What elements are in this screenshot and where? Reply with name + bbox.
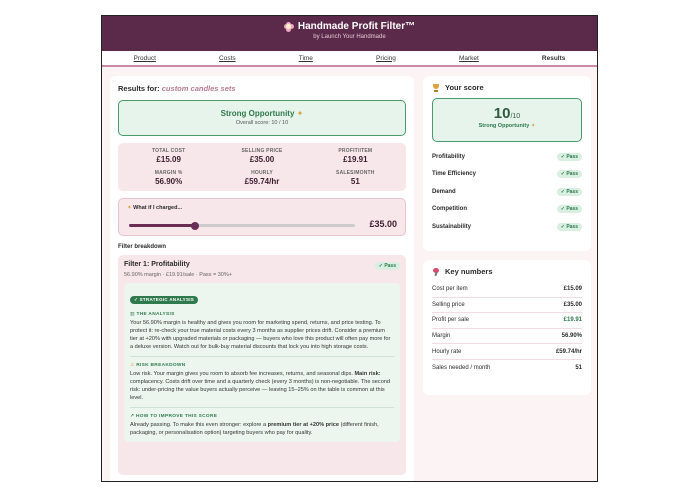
score-card: Your score 10/10 Strong Opportunity ✦ Pr… <box>423 76 591 251</box>
analysis-title: THE ANALYSIS <box>136 312 175 317</box>
results-panel: Results for: custom candles sets Strong … <box>110 76 414 481</box>
criterion-row: Demand ✓ Pass <box>432 183 582 201</box>
stat-total-cost: TOTAL COST £15.09 <box>151 148 186 164</box>
analysis-text: Your 56.90% margin is healthy and gives … <box>130 320 391 350</box>
tab-market[interactable]: Market <box>459 55 479 62</box>
slider-handle[interactable] <box>190 221 199 230</box>
sidebar: Your score 10/10 Strong Opportunity ✦ Pr… <box>423 76 591 404</box>
stats-grid: TOTAL COST £15.09 SELLING PRICE £35.00 PRO… <box>118 143 406 191</box>
key-numbers-title: Key numbers <box>445 267 493 276</box>
tab-costs[interactable]: Costs <box>219 55 236 62</box>
key-number-row: Selling price £35.00 <box>432 298 582 314</box>
pin-icon <box>432 267 440 276</box>
filter-name: Filter 1: Profitability <box>124 261 190 268</box>
stat-profit-item: PROFIT/ITEM £19.91 <box>338 148 373 164</box>
what-if-panel: ✦ What if I charged... £35.00 <box>118 198 406 236</box>
key-number-row: Profit per sale £19.91 <box>432 313 582 329</box>
score-value: 10 <box>493 105 511 122</box>
party-icon: ✦ <box>530 123 536 129</box>
price-slider[interactable] <box>129 221 355 230</box>
lightbulb-icon: ✦ <box>127 205 132 211</box>
chart-icon: ▥ <box>130 312 135 317</box>
app-title: Handmade Profit Filter™ <box>297 21 416 32</box>
criteria-list: Profitability ✓ Pass Time Efficiency ✓ Pas… <box>432 148 582 236</box>
criterion-row: Competition ✓ Pass <box>432 201 582 219</box>
score-title: Your score <box>445 83 484 92</box>
filter-breakdown-title: Filter breakdown <box>118 244 167 250</box>
stat-margin: MARGIN % 56.90% <box>154 170 183 186</box>
trophy-icon <box>432 83 440 92</box>
app-subtitle: by Launch Your Handmade <box>313 34 386 40</box>
improve-text: Already passing. To make this even stron… <box>130 422 379 436</box>
pass-badge: ✓ Pass <box>556 205 582 214</box>
key-number-row: Sales needed / month 51 <box>432 364 582 371</box>
app-header: Handmade Profit Filter™ by Launch Your H… <box>102 16 597 51</box>
overall-score: Overall score: 10 / 10 <box>235 120 289 126</box>
stat-hourly: HOURLY £59.74/hr <box>244 170 280 186</box>
strategic-analysis: ✓ STRATEGIC ANALYSIS ▥ THE ANALYSIS Your… <box>124 283 400 442</box>
warning-icon: ⚠ <box>130 363 135 368</box>
slider-fill <box>129 224 195 227</box>
pass-badge: ✓ Pass <box>556 152 582 161</box>
key-number-row: Hourly rate £59.74/hr <box>432 344 582 360</box>
tab-time[interactable]: Time <box>299 55 313 62</box>
strategic-analysis-tag: ✓ STRATEGIC ANALYSIS <box>130 296 199 304</box>
filter-summary: 56.90% margin · £19.91/sale · Pass = 30%… <box>124 272 232 278</box>
tab-product[interactable]: Product <box>134 55 156 62</box>
improve-title: HOW TO IMPROVE THIS SCORE <box>135 414 218 419</box>
key-numbers-card: Key numbers Cost per item £15.09 Selling … <box>423 260 591 395</box>
divider <box>130 356 394 357</box>
tab-results[interactable]: Results <box>542 55 565 62</box>
stat-sales-month: SALES/MONTH 51 <box>336 170 375 186</box>
risk-title: RISK BREAKDOWN <box>136 363 186 368</box>
flower-icon <box>283 21 294 32</box>
what-if-label: What if I charged... <box>133 205 183 211</box>
pass-badge: ✓ Pass <box>556 222 582 231</box>
score-box: 10/10 Strong Opportunity ✦ <box>432 98 582 142</box>
step-nav: Product Costs Time Pricing Market Result… <box>102 51 597 67</box>
verdict-text: Strong Opportunity <box>220 109 295 118</box>
criterion-row: Profitability ✓ Pass <box>432 148 582 166</box>
divider <box>130 407 394 408</box>
criterion-row: Time Efficiency ✓ Pass <box>432 166 582 184</box>
criterion-row: Sustainability ✓ Pass <box>432 218 582 236</box>
filter-status-badge: ✓ Pass <box>374 262 400 270</box>
pass-badge: ✓ Pass <box>556 187 582 196</box>
verdict-box: Strong Opportunity ✦ Overall score: 10 /… <box>118 100 406 136</box>
product-name: custom candles sets <box>161 84 236 93</box>
key-number-row: Cost per item £15.09 <box>432 282 582 298</box>
score-label: Strong Opportunity <box>478 123 530 129</box>
party-icon: ✦ <box>296 109 304 118</box>
risk-text: Low risk. Your margin gives you room to … <box>130 371 391 401</box>
filter-card: Filter 1: Profitability ✓ Pass 56.90% ma… <box>118 255 406 475</box>
trend-icon: ↗ <box>130 414 135 419</box>
key-number-row: Margin 56.90% <box>432 329 582 345</box>
what-if-price: £35.00 <box>369 219 397 229</box>
app-window: Handmade Profit Filter™ by Launch Your H… <box>101 15 598 482</box>
tab-pricing[interactable]: Pricing <box>376 55 396 62</box>
pass-badge: ✓ Pass <box>556 170 582 179</box>
results-heading: Results for: custom candles sets <box>118 84 236 93</box>
stat-selling-price: SELLING PRICE £35.00 <box>241 148 283 164</box>
